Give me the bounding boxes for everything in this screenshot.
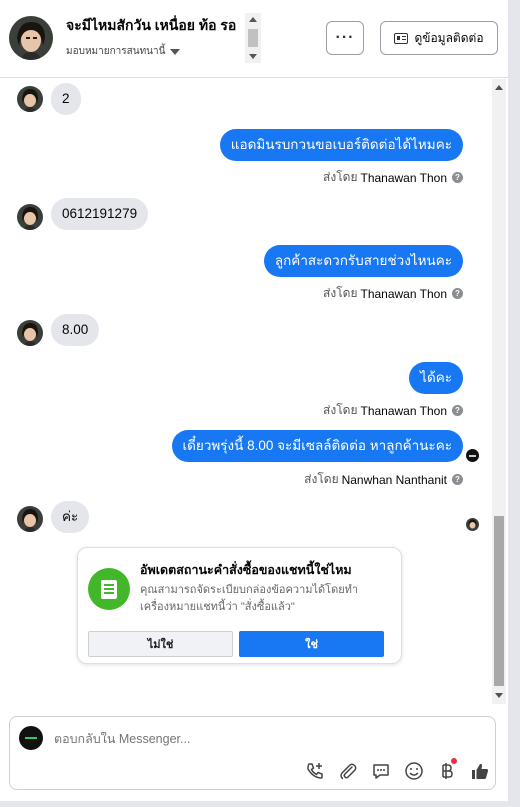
outgoing-message[interactable]: แอดมินรบกวนขอเบอร์ติดต่อได้ไหมคะ xyxy=(219,129,463,161)
read-receipt-avatar xyxy=(466,518,479,531)
window-edge xyxy=(508,0,520,807)
sender-avatar[interactable] xyxy=(17,204,43,230)
sender-name: Thanawan Thon xyxy=(360,403,447,418)
like-icon[interactable] xyxy=(469,760,491,782)
window-edge xyxy=(0,801,520,807)
more-dots-icon: ··· xyxy=(335,29,355,46)
assign-label: มอบหมายการสนทนานี้ xyxy=(66,46,166,57)
sent-by-label: ส่งโดย xyxy=(323,170,358,184)
scroll-up-arrow-icon[interactable] xyxy=(495,85,503,90)
reply-composer xyxy=(9,716,496,790)
scroll-up-arrow-icon[interactable] xyxy=(249,17,257,22)
help-icon[interactable]: ? xyxy=(452,288,463,299)
scroll-down-arrow-icon[interactable] xyxy=(495,693,503,698)
sent-by-label: ส่งโดย xyxy=(323,403,358,417)
sender-name: Thanawan Thon xyxy=(360,170,447,185)
contact-avatar[interactable] xyxy=(9,16,53,60)
view-contact-button[interactable]: ดูข้อมูลติดต่อ xyxy=(380,21,498,55)
sent-by-line: ส่งโดย Thanawan Thon ? xyxy=(323,284,463,303)
incoming-message[interactable]: 8.00 xyxy=(51,314,100,346)
contact-card-icon xyxy=(394,32,409,44)
sent-by-label: ส่งโดย xyxy=(323,286,358,300)
outgoing-message[interactable]: เดี๋ยวพรุ่งนี้ 8.00 จะมีเซลล์ติดต่อ หาลู… xyxy=(171,430,463,462)
sent-by-label: ส่งโดย xyxy=(304,472,339,486)
phone-add-icon[interactable] xyxy=(304,760,326,782)
chat-header: จะมีไหมสักวัน เหนื่อย ท้อ รอ มอบหมายการส… xyxy=(0,0,508,78)
outgoing-message[interactable]: ลูกค้าสะดวกรับสายช่วงไหนคะ xyxy=(263,245,463,277)
composer-toolbar xyxy=(304,758,491,783)
incoming-message[interactable]: ค่ะ xyxy=(51,501,90,533)
page-avatar xyxy=(19,726,43,750)
sent-by-line: ส่งโดย Nanwhan Nanthanit ? xyxy=(304,470,463,489)
sender-name: Thanawan Thon xyxy=(360,286,447,301)
order-status-prompt: อัพเดตสถานะคำสั่งซื้อของแชทนี้ใช่ไหม คุณ… xyxy=(77,547,402,664)
saved-replies-icon[interactable] xyxy=(370,760,392,782)
prompt-description: คุณสามารถจัดระเบียบกล่องข้อความได้โดยทำเ… xyxy=(140,584,359,613)
sender-name: Nanwhan Nanthanit xyxy=(341,472,447,487)
view-contact-label: ดูข้อมูลติดต่อ xyxy=(414,30,484,45)
order-document-icon xyxy=(88,568,130,610)
more-options-button[interactable]: ··· xyxy=(326,21,364,55)
seen-indicator xyxy=(466,449,479,462)
attachment-icon[interactable] xyxy=(337,760,359,782)
sender-avatar[interactable] xyxy=(17,320,43,346)
title-scrollbar[interactable] xyxy=(245,13,261,63)
sender-avatar[interactable] xyxy=(17,86,43,112)
sent-by-line: ส่งโดย Thanawan Thon ? xyxy=(323,401,463,420)
help-icon[interactable]: ? xyxy=(452,474,463,485)
decline-button[interactable]: ไม่ใช่ xyxy=(88,631,233,657)
outgoing-message[interactable]: ได้คะ xyxy=(409,362,463,394)
incoming-message[interactable]: 0612191279 xyxy=(51,198,149,230)
sender-avatar[interactable] xyxy=(17,506,43,532)
scroll-down-arrow-icon[interactable] xyxy=(249,54,257,59)
scrollbar-thumb[interactable] xyxy=(494,516,504,686)
help-icon[interactable]: ? xyxy=(452,172,463,183)
assign-conversation-dropdown[interactable]: มอบหมายการสนทนานี้ xyxy=(66,44,181,59)
confirm-button[interactable]: ใช่ xyxy=(239,631,384,657)
caret-down-icon xyxy=(170,48,181,55)
notification-dot xyxy=(451,758,457,764)
chat-scrollbar[interactable] xyxy=(492,79,506,704)
inbox-chat-panel: จะมีไหมสักวัน เหนื่อย ท้อ รอ มอบหมายการส… xyxy=(0,0,520,807)
emoji-icon[interactable] xyxy=(403,760,425,782)
sent-by-line: ส่งโดย Thanawan Thon ? xyxy=(323,168,463,187)
prompt-title: อัพเดตสถานะคำสั่งซื้อของแชทนี้ใช่ไหม xyxy=(140,563,352,577)
reply-input[interactable] xyxy=(54,732,354,746)
scrollbar-thumb[interactable] xyxy=(248,29,258,47)
help-icon[interactable]: ? xyxy=(452,405,463,416)
incoming-message[interactable]: 2 xyxy=(51,83,81,115)
payment-icon[interactable] xyxy=(436,758,458,782)
conversation-title: จะมีไหมสักวัน เหนื่อย ท้อ รอ xyxy=(66,17,237,33)
